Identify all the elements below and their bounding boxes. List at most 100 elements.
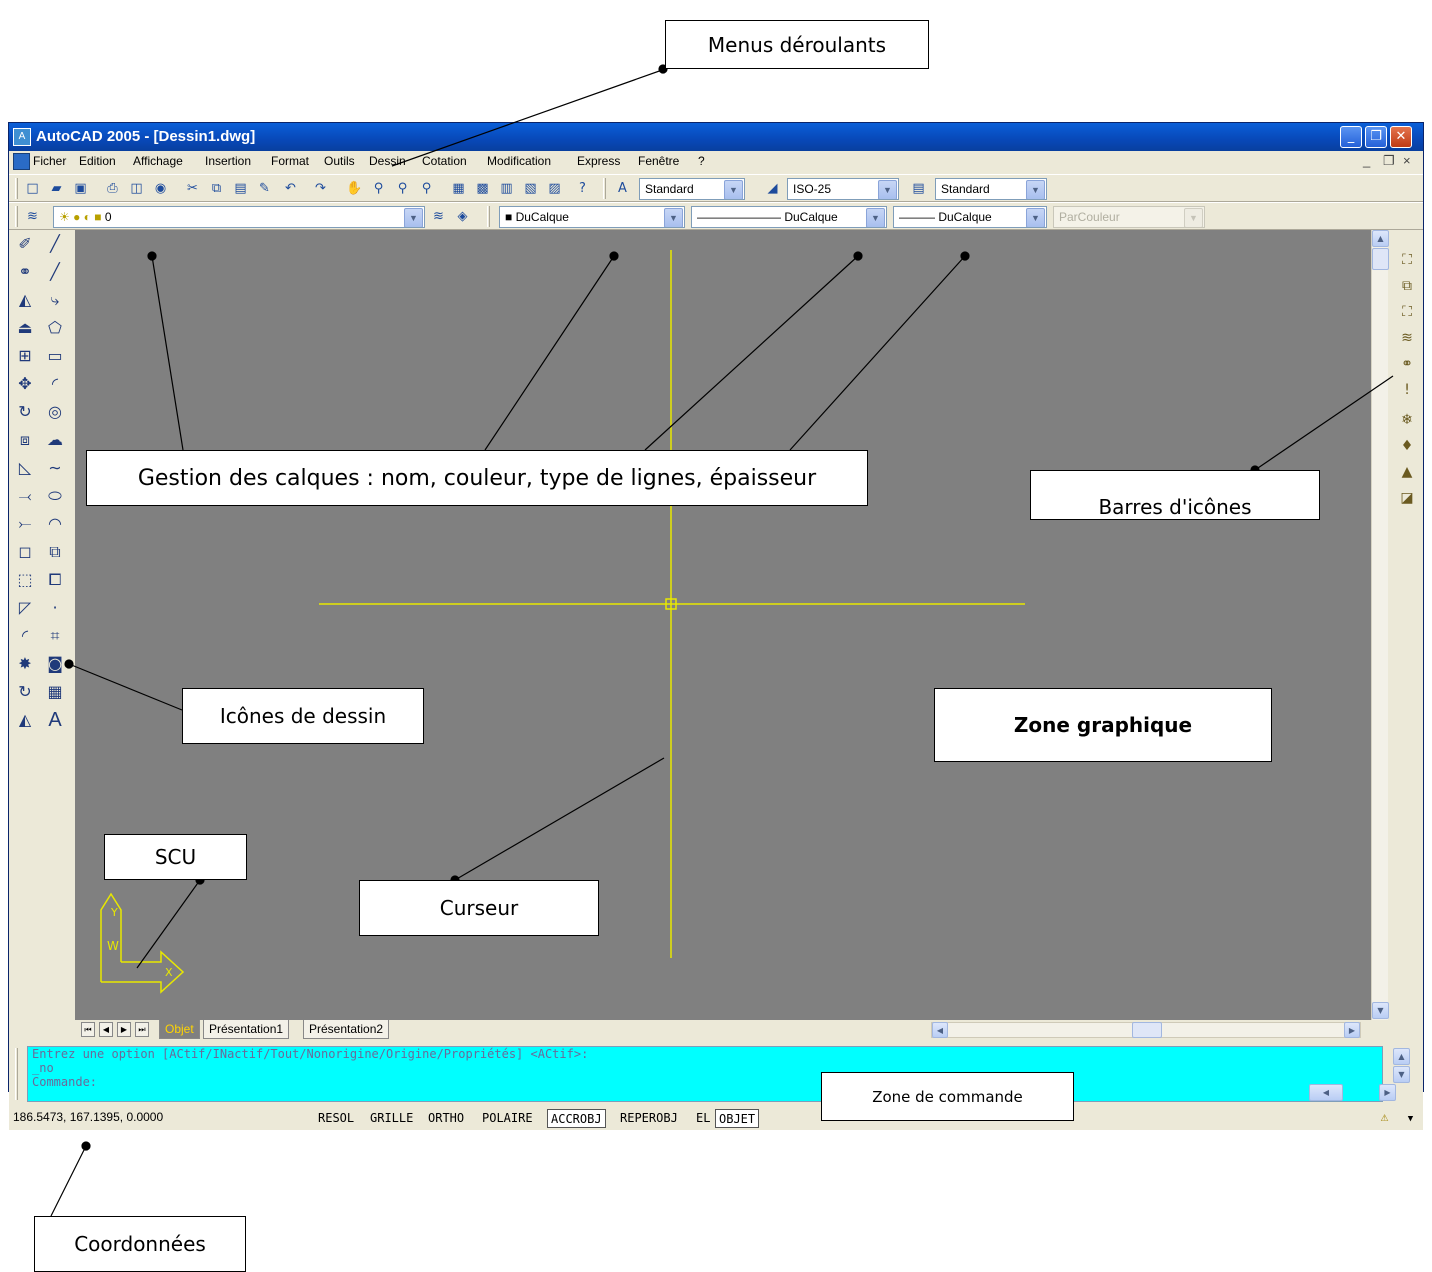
array-icon[interactable]: ⊞ [13,344,37,368]
command-hscroll-right-icon[interactable]: ▶ [1379,1084,1396,1101]
color-select[interactable]: ■ DuCalque ▼ [499,206,685,228]
toolbar-grip[interactable] [487,206,490,227]
block-attribute-icon[interactable]: ⧉ [1397,276,1417,296]
scroll-left-icon[interactable]: ◀ [932,1022,948,1038]
print-icon[interactable]: ⎙ [103,179,122,198]
previous-tab-icon[interactable]: ◀ [99,1022,113,1037]
scroll-up-icon[interactable]: ▲ [1372,230,1389,247]
chamfer-icon[interactable]: ◸ [13,596,37,620]
zoom-realtime-icon[interactable]: ⚲ [369,179,388,198]
chevron-down-icon[interactable]: ▼ [878,180,897,199]
status-grille[interactable]: GRILLE [367,1109,416,1128]
publish-icon[interactable]: ◉ [151,179,170,198]
layout-viewport-icon[interactable]: ⛶ [1397,250,1417,270]
status-resol[interactable]: RESOL [315,1109,357,1128]
table-style-select[interactable]: Standard ▼ [935,178,1047,200]
scale-icon[interactable]: ⧈ [13,428,37,452]
command-grip[interactable] [15,1048,18,1100]
restore-button[interactable]: ❐ [1365,126,1387,148]
light-bulb-icon[interactable]: ♦ [1397,436,1417,456]
linetype-select[interactable]: ——————— DuCalque ▼ [691,206,887,228]
scroll-down-icon[interactable]: ▼ [1372,1002,1389,1019]
undo-icon[interactable]: ↶ [281,179,300,198]
make-current-layer-icon[interactable]: ≋ [429,207,448,226]
status-accrobj[interactable]: ACCROBJ [547,1109,606,1128]
open-file-icon[interactable]: ▰ [47,179,66,198]
insert-block-icon[interactable]: ⧉ [43,540,67,564]
design-center-icon[interactable]: ▩ [473,179,492,198]
mirror-3d-icon[interactable]: ◭ [13,708,37,732]
autocad-app-icon[interactable]: A [13,128,31,146]
coordinates-readout[interactable]: 186.5473, 167.1395, 0.0000 [13,1110,163,1124]
menu-modification[interactable]: Modification [487,154,551,168]
ellipse-arc-icon[interactable]: ◠ [43,512,67,536]
stretch-icon[interactable]: ◺ [13,456,37,480]
minimize-button[interactable]: _ [1340,126,1362,148]
status-el[interactable]: EL [693,1109,713,1128]
unlock-icon[interactable]: ◪ [1397,488,1417,508]
hatch-icon[interactable]: ⌗ [43,624,67,648]
tool-palettes-icon[interactable]: ▥ [497,179,516,198]
layer-previous-icon[interactable]: ◈ [453,207,472,226]
redo-icon[interactable]: ↷ [311,179,330,198]
menu-format[interactable]: Format [271,154,309,168]
menu-affichage[interactable]: Affichage [133,154,183,168]
scroll-thumb[interactable] [1132,1022,1162,1038]
first-tab-icon[interactable]: ⏮ [81,1022,95,1037]
explode-icon[interactable]: ✸ [13,652,37,676]
scroll-right-icon[interactable]: ▶ [1344,1022,1360,1038]
fillet-icon[interactable]: ◜ [13,624,37,648]
close-button[interactable]: ✕ [1390,126,1412,148]
help-icon[interactable]: ? [573,179,592,198]
lock-icon[interactable]: ▲ [1397,462,1417,482]
menu-outils[interactable]: Outils [324,154,355,168]
vertical-scrollbar[interactable]: ▲ ▼ [1371,230,1389,1020]
dim-style-icon[interactable]: ◢ [763,179,782,198]
move-icon[interactable]: ✥ [13,372,37,396]
menu-insertion[interactable]: Insertion [205,154,251,168]
menu-help[interactable]: ? [698,154,705,168]
chevron-down-icon[interactable]: ▼ [404,208,423,227]
command-scroll-down-icon[interactable]: ▼ [1393,1066,1410,1083]
ellipse-icon[interactable]: ⬭ [43,484,67,508]
layer-manager-icon[interactable]: ≋ [23,207,42,226]
command-scroll-up-icon[interactable]: ▲ [1393,1048,1410,1065]
sheet-set-icon[interactable]: ▧ [521,179,540,198]
toolbar-grip[interactable] [15,178,18,199]
polygon-icon[interactable]: ⬠ [43,316,67,340]
rotate-3d-icon[interactable]: ↻ [13,680,37,704]
document-close-button[interactable]: × [1403,153,1411,168]
layer-walk-icon[interactable]: ! [1397,380,1417,400]
point-icon[interactable]: · [43,596,67,620]
copy-object-icon[interactable]: ⚭ [13,260,37,284]
chevron-down-icon[interactable]: ▼ [664,208,683,227]
status-menu-icon[interactable]: ▼ [1401,1110,1420,1129]
comm-center-icon[interactable]: ⚠ [1375,1108,1394,1127]
status-objet[interactable]: OBJET [715,1109,760,1128]
text-style-select[interactable]: Standard ▼ [639,178,745,200]
drawing-canvas[interactable]: Y W X [75,230,1371,1020]
layer-select[interactable]: ☀ ● ◐ ■ 0 ▼ [53,206,425,228]
horizontal-scrollbar[interactable]: ◀ ▶ [931,1022,1361,1038]
scroll-thumb[interactable] [1372,248,1389,270]
offset-icon[interactable]: ⏏ [13,316,37,340]
toolbar-grip[interactable] [603,178,606,199]
region-icon[interactable]: ◙ [43,652,67,676]
tab-presentation1[interactable]: Présentation1 [203,1020,290,1039]
copy-icon[interactable]: ⧉ [207,179,226,198]
status-reperobj[interactable]: REPEROBJ [617,1109,681,1128]
tab-presentation2[interactable]: Présentation2 [303,1020,390,1039]
print-preview-icon[interactable]: ◫ [127,179,146,198]
revision-cloud-icon[interactable]: ☁ [43,428,67,452]
document-menu-icon[interactable] [13,153,30,170]
selection-tool-icon[interactable]: ⚭ [1397,354,1417,374]
document-restore-button[interactable]: ❐ [1383,153,1395,169]
cut-icon[interactable]: ✂ [183,179,202,198]
erase-icon[interactable]: ✐ [13,232,37,256]
lineweight-select[interactable]: ——— DuCalque ▼ [893,206,1047,228]
toolbar-grip[interactable] [15,206,18,227]
xref-icon[interactable]: ⛶ [1397,302,1417,322]
zoom-previous-icon[interactable]: ⚲ [417,179,436,198]
menu-dessin[interactable]: Dessin [369,154,406,168]
table-icon[interactable]: ▦ [43,680,67,704]
